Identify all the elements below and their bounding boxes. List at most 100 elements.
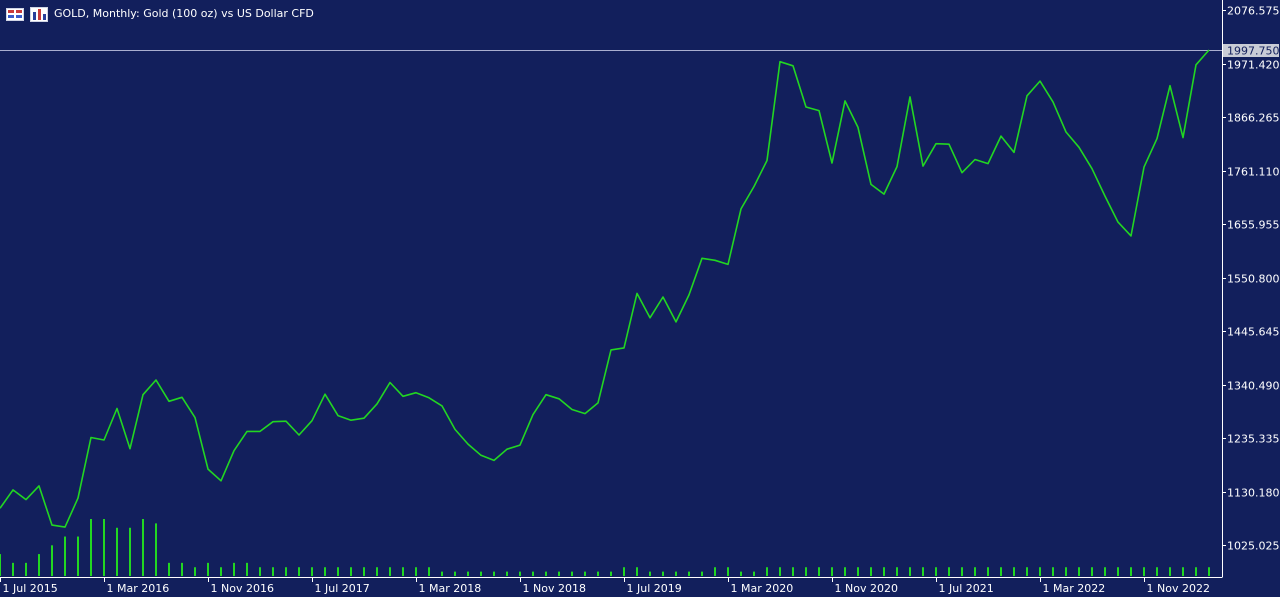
volume-bar [1195,567,1197,576]
volume-bar [688,571,690,576]
volume-bar [987,567,989,576]
volume-bar [363,567,365,576]
volume-bar [662,571,664,576]
volume-bar [467,571,469,576]
volume-bar [142,519,144,576]
volume-bar [805,567,807,576]
volume-bar [51,545,53,576]
volume-bar [961,567,963,576]
volume-bar [844,567,846,576]
volume-bar [402,567,404,576]
volume-bar [675,571,677,576]
volume-bar [870,567,872,576]
volume-bar [558,571,560,576]
x-tick-label: 1 Jul 2017 [315,582,370,595]
x-tick-label: 1 Mar 2022 [1043,582,1106,595]
volume-bar [272,567,274,576]
volume-bar [428,567,430,576]
volume-bar [337,567,339,576]
volume-bar [298,567,300,576]
volume-bar [1078,567,1080,576]
volume-bar [584,571,586,576]
volume-bar [571,571,573,576]
volume-bar [727,567,729,576]
volume-bar [818,567,820,576]
volume-bar [1065,567,1067,576]
volume-bar [0,554,1,576]
volume-bar [1091,567,1093,576]
volume-bar [506,571,508,576]
y-tick-label: 1550.800 [1227,273,1280,286]
chart-canvas[interactable]: 2076.575 1971.420 1866.265 1761.110 1655.955… [0,0,1280,597]
volume-bar [25,562,27,576]
volume-bar [207,562,209,576]
chart-window[interactable]: GOLD, Monthly: Gold (100 oz) vs US Dolla… [0,0,1280,597]
volume-bar [12,562,14,576]
volume-bar [792,567,794,576]
y-tick-label: 1340.490 [1227,380,1280,393]
x-tick-label: 1 Mar 2020 [731,582,794,595]
x-tick-label: 1 Jul 2019 [627,582,682,595]
volume-bar [1208,567,1210,576]
y-tick-label: 1655.955 [1227,219,1280,232]
volume-bar [441,571,443,576]
volume-bar [649,571,651,576]
x-tick-label: 1 Nov 2022 [1147,582,1210,595]
volume-bar [415,567,417,576]
volume-bar [1182,567,1184,576]
volume-bar [1039,567,1041,576]
volume-bar [857,567,859,576]
volume-bar [246,562,248,576]
volume-bar [181,562,183,576]
volume-bar [116,527,118,576]
current-price-label: 1997.750 [1227,45,1280,58]
y-tick-label: 1025.025 [1227,540,1280,553]
volume-bar [103,519,105,576]
x-tick-label: 1 Mar 2016 [107,582,170,595]
volume-bar [766,567,768,576]
volume-bar [77,536,79,576]
volume-bar [493,571,495,576]
volume-bar [38,554,40,576]
volume-bar [896,567,898,576]
price-series-line[interactable] [0,49,1210,528]
volume-bar [883,567,885,576]
x-tick-label: 1 Jul 2021 [939,582,994,595]
x-tick-label: 1 Jul 2015 [3,582,58,595]
volume-bar [779,567,781,576]
y-tick-label: 2076.575 [1227,5,1280,18]
volume-bar [922,567,924,576]
volume-bar [519,571,521,576]
volume-bar [714,567,716,576]
volume-bar [701,571,703,576]
volume-bar [233,562,235,576]
volume-bar [129,527,131,576]
volume-bar [935,567,937,576]
volume-bar [1052,567,1054,576]
volume-bar [1130,567,1132,576]
volume-bar [740,571,742,576]
volume-bar [545,571,547,576]
volume-bar [948,567,950,576]
y-tick-label: 1130.180 [1227,487,1280,500]
volume-bar [155,523,157,576]
volume-bar [168,562,170,576]
volume-bar [532,571,534,576]
volume-bar [1117,567,1119,576]
x-tick-label: 1 Nov 2018 [523,582,586,595]
volume-bar [311,567,313,576]
volume-bar [1104,567,1106,576]
volume-bar [285,567,287,576]
volume-bar [636,567,638,576]
volume-bar [1169,567,1171,576]
x-tick-label: 1 Nov 2020 [835,582,898,595]
volume-bar [1000,567,1002,576]
x-tick-label: 1 Nov 2016 [211,582,274,595]
volume-bar [909,567,911,576]
x-tick-label: 1 Mar 2018 [419,582,482,595]
volume-bar [1156,567,1158,576]
volume-bar [220,567,222,576]
volume-bar [324,567,326,576]
volume-bar [480,571,482,576]
volume-bar [194,567,196,576]
